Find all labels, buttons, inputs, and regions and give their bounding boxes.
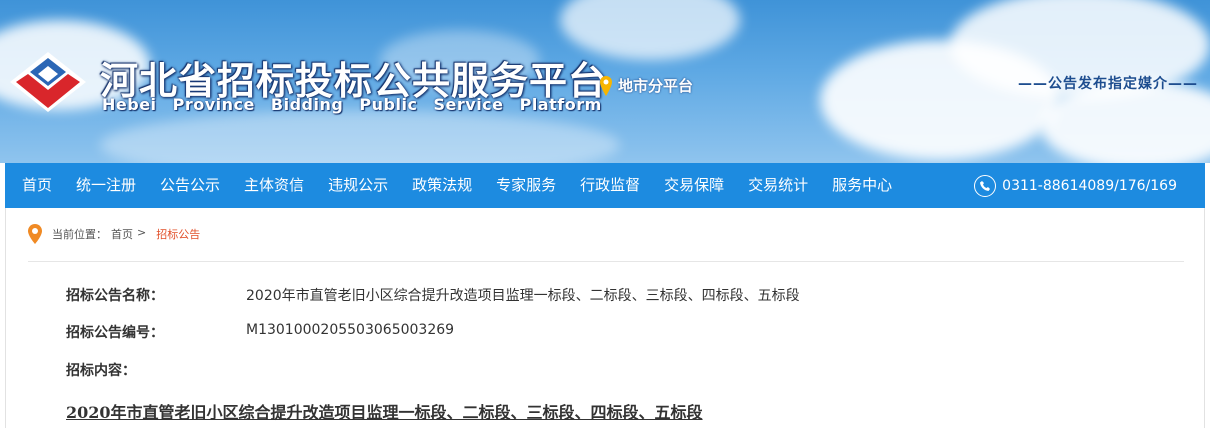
announcement-content-row: 招标内容： bbox=[66, 360, 246, 380]
nav-item-credit[interactable]: 主体资信 bbox=[232, 163, 316, 208]
phone-icon bbox=[974, 174, 997, 197]
breadcrumb-current[interactable]: 招标公告 bbox=[156, 226, 200, 242]
site-header: 河北省招标投标公共服务平台 Hebei Province Bidding Pub… bbox=[0, 0, 1210, 163]
hebei-logo-icon[interactable] bbox=[8, 50, 88, 114]
announcement-number-value: M1301000205503065003269 bbox=[246, 322, 455, 338]
announcement-content-label: 招标内容： bbox=[66, 363, 136, 379]
announcement-name-label: 招标公告名称： bbox=[66, 288, 164, 304]
tagline: ——公告发布指定媒介—— bbox=[1018, 76, 1198, 92]
nav-item-violations[interactable]: 违规公示 bbox=[316, 163, 400, 208]
nav-item-home[interactable]: 首页 bbox=[5, 163, 64, 208]
announcement-content-title[interactable]: 2020年市直管老旧小区综合提升改造项目监理一标段、二标段、三标段、四标段、五标… bbox=[66, 399, 703, 423]
content-panel: 当前位置： 首页 > 招标公告 招标公告名称： 2020年市直管老旧小区综合提升… bbox=[5, 208, 1205, 428]
announcement-name-value: 2020年市直管老旧小区综合提升改造项目监理一标段、二标段、三标段、四标段、五标… bbox=[246, 288, 800, 304]
site-subtitle: Hebei Province Bidding Public Service Pl… bbox=[102, 95, 602, 114]
hotline-number: 0311-88614089/176/169 bbox=[1002, 177, 1177, 194]
announcement-number-row: 招标公告编号： M1301000205503065003269 bbox=[66, 322, 454, 342]
nav-item-service-center[interactable]: 服务中心 bbox=[820, 163, 904, 208]
nav-item-announcements[interactable]: 公告公示 bbox=[148, 163, 232, 208]
breadcrumb-separator: > bbox=[137, 226, 147, 239]
location-pin-icon bbox=[600, 75, 612, 96]
main-nav: 首页 统一注册 公告公示 主体资信 违规公示 政策法规 专家服务 行政监督 交易… bbox=[5, 163, 1205, 208]
nav-item-supervision[interactable]: 行政监督 bbox=[568, 163, 652, 208]
cloud-decoration bbox=[100, 110, 620, 163]
nav-item-register[interactable]: 统一注册 bbox=[64, 163, 148, 208]
city-platform-link[interactable]: 地市分平台 bbox=[600, 75, 693, 96]
location-pin-icon bbox=[28, 224, 42, 244]
city-platform-label: 地市分平台 bbox=[618, 77, 694, 95]
announcement-number-label: 招标公告编号： bbox=[66, 325, 164, 341]
nav-item-guarantee[interactable]: 交易保障 bbox=[652, 163, 736, 208]
hotline: 0311-88614089/176/169 bbox=[974, 174, 1205, 197]
breadcrumb: 当前位置： 首页 > 招标公告 bbox=[28, 224, 1184, 262]
announcement-name-row: 招标公告名称： 2020年市直管老旧小区综合提升改造项目监理一标段、二标段、三标… bbox=[66, 285, 800, 305]
nav-item-policies[interactable]: 政策法规 bbox=[400, 163, 484, 208]
breadcrumb-prefix: 当前位置： bbox=[52, 228, 107, 241]
breadcrumb-home[interactable]: 首页 bbox=[111, 226, 133, 242]
nav-item-statistics[interactable]: 交易统计 bbox=[736, 163, 820, 208]
nav-item-experts[interactable]: 专家服务 bbox=[484, 163, 568, 208]
